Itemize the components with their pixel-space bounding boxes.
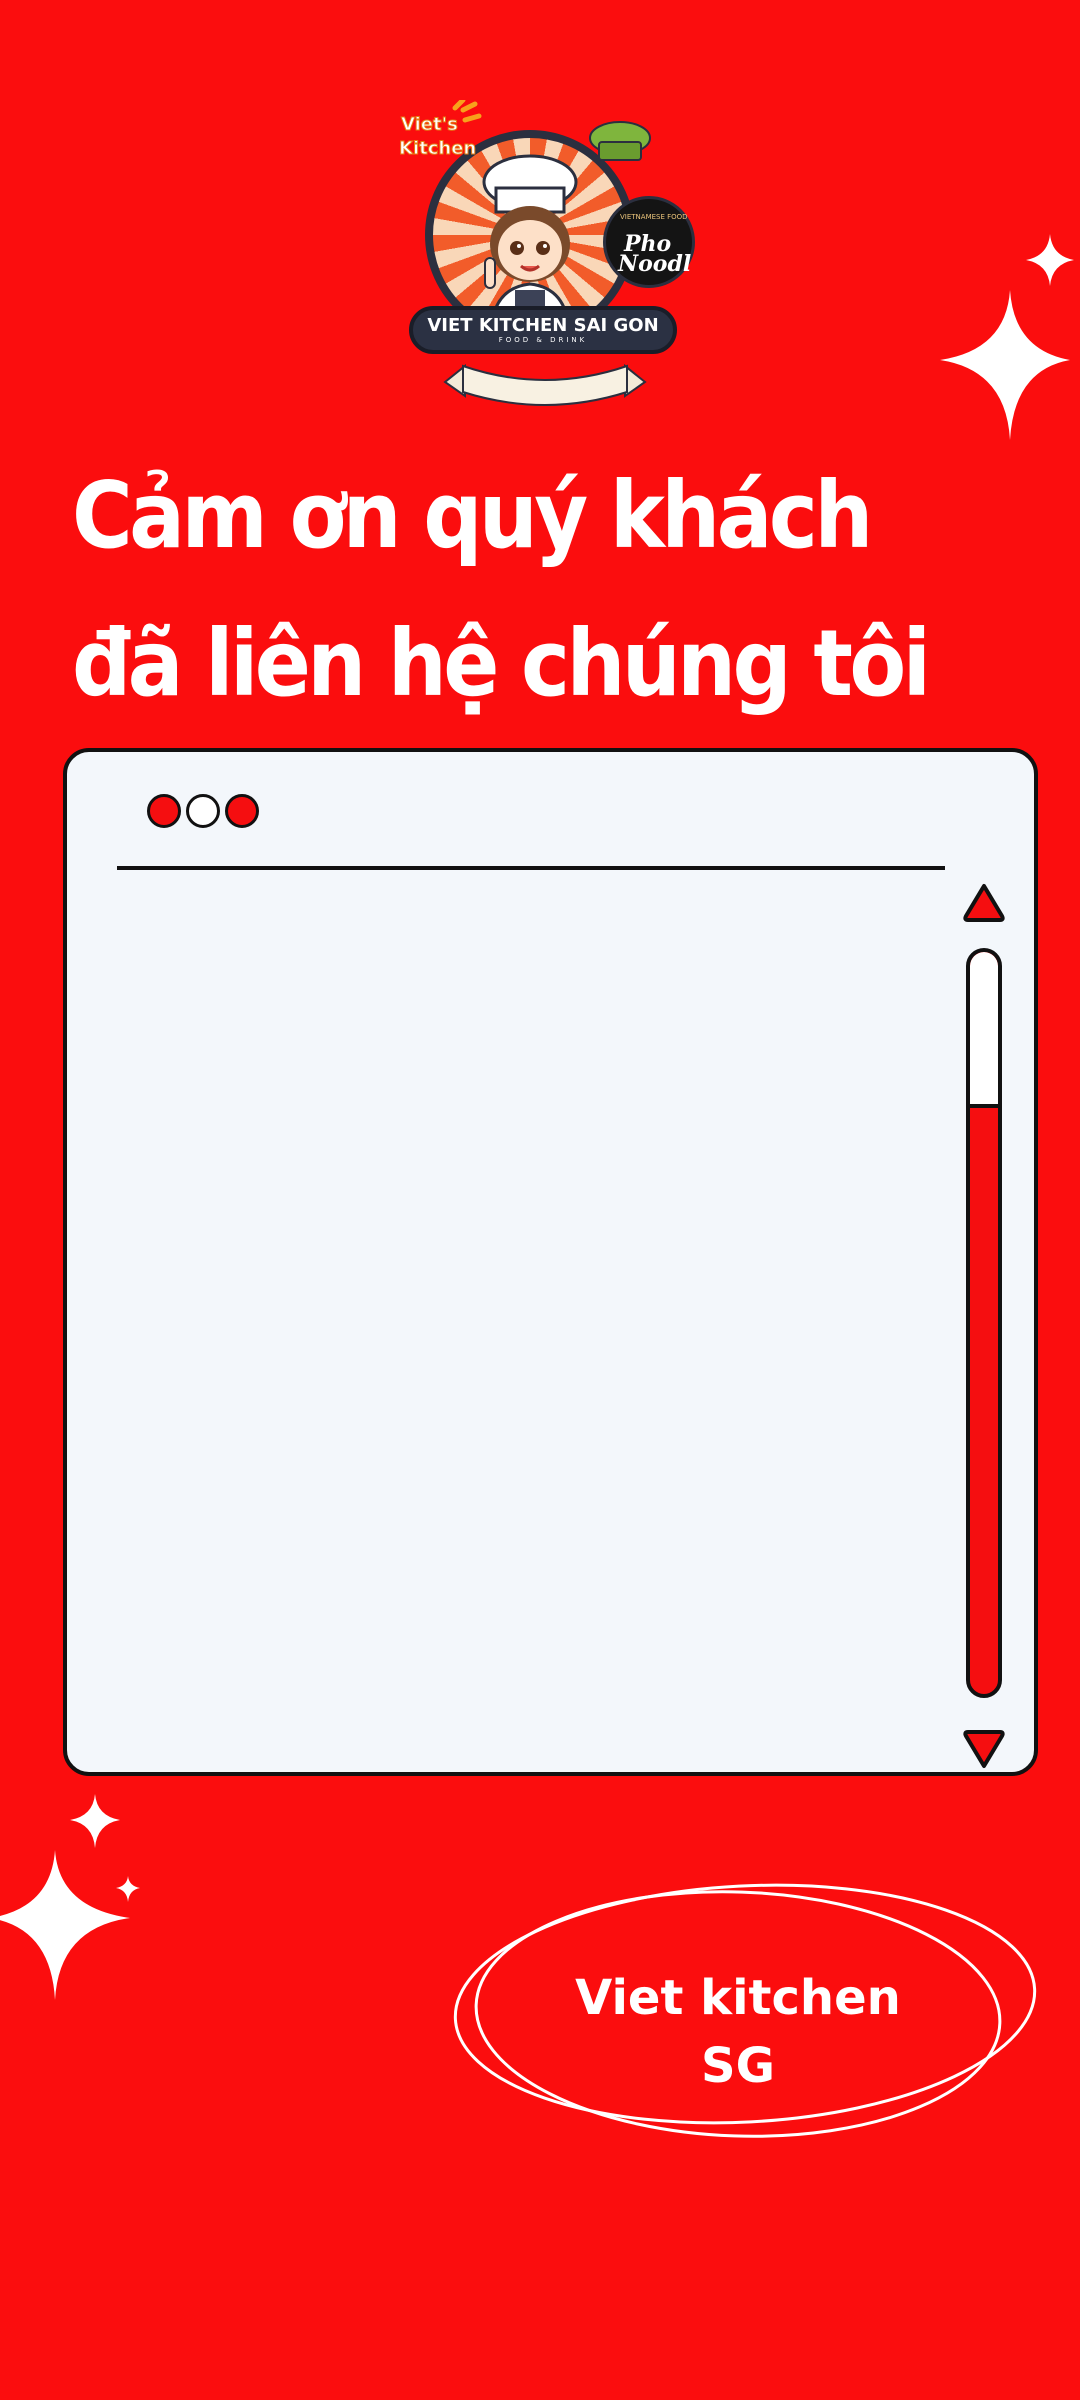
viets-kitchen-badge-icon: Viet's Kitchen xyxy=(399,100,482,160)
sparkle-icon xyxy=(0,1794,140,2000)
window-dot-red[interactable] xyxy=(225,794,259,828)
scrollbar[interactable] xyxy=(966,948,1002,1698)
brand-name: Viet kitchen SG xyxy=(548,1964,928,2100)
brand-line-1: Viet kitchen xyxy=(575,1970,901,2026)
triangle-down-icon[interactable] xyxy=(960,1728,1008,1772)
sparkle-icon xyxy=(940,234,1074,440)
pho-noodle-badge: VIETNAMESE FOOD Pho Noodle xyxy=(603,196,695,288)
window-dot-white[interactable] xyxy=(186,794,220,828)
logo: Viet's Kitchen VIETNAMESE FOOD Pho Noodl… xyxy=(395,100,705,420)
scrollbar-thumb[interactable] xyxy=(970,952,998,1108)
brand-line-2: SG xyxy=(701,2038,775,2094)
window-dot-red[interactable] xyxy=(147,794,181,828)
svg-text:Noodle: Noodle xyxy=(617,251,692,277)
title-line-2: đã liên hệ chúng tôi xyxy=(72,610,931,717)
logo-banner-title: VIET KITCHEN SAI GON xyxy=(427,314,659,336)
header-divider xyxy=(117,866,945,870)
svg-text:Viet's: Viet's xyxy=(401,114,458,135)
browser-window xyxy=(63,748,1038,1776)
window-content-area[interactable] xyxy=(107,892,947,1742)
page-title: Cảm ơn quý khách đã liên hệ chúng tôi xyxy=(72,442,931,738)
title-line-1: Cảm ơn quý khách xyxy=(72,462,873,569)
triangle-up-icon[interactable] xyxy=(960,880,1008,924)
logo-banner: VIET KITCHEN SAI GON FOOD & DRINK xyxy=(409,306,677,354)
brand-badge[interactable]: Viet kitchen SG xyxy=(448,1876,1042,2142)
svg-text:Kitchen: Kitchen xyxy=(399,138,476,159)
svg-text:VIETNAMESE FOOD: VIETNAMESE FOOD xyxy=(620,213,688,221)
logo-banner-subtitle: FOOD & DRINK xyxy=(498,335,588,344)
ribbon-icon xyxy=(443,363,647,406)
green-chef-hat-icon xyxy=(589,121,651,161)
